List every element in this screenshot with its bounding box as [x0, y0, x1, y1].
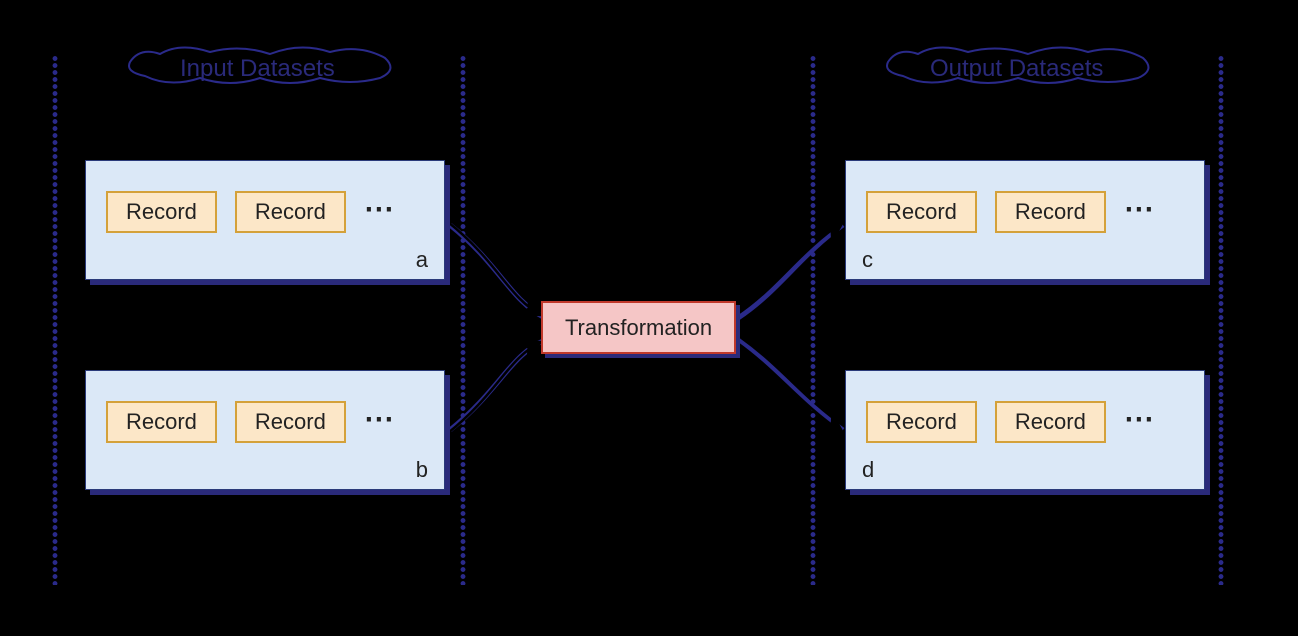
dataset-box-c: Record Record ⋯ c	[845, 160, 1205, 280]
dataset-label: d	[862, 457, 874, 483]
output-datasets-title: Output Datasets	[930, 55, 1103, 83]
dataset-label: c	[862, 247, 873, 273]
dataset-label: a	[416, 247, 428, 273]
record-box: Record	[866, 401, 977, 443]
group-boundary-line	[460, 55, 466, 585]
record-box: Record	[106, 191, 217, 233]
dataset-box-d: Record Record ⋯ d	[845, 370, 1205, 490]
group-boundary-line	[1218, 55, 1224, 585]
record-box: Record	[106, 401, 217, 443]
record-box: Record	[995, 401, 1106, 443]
record-box: Record	[866, 191, 977, 233]
transformation-node: Transformation	[541, 301, 736, 354]
ellipsis-icon: ⋯	[1124, 192, 1156, 233]
ellipsis-icon: ⋯	[364, 402, 396, 443]
record-box: Record	[235, 401, 346, 443]
ellipsis-icon: ⋯	[1124, 402, 1156, 443]
dataset-box-b: Record Record ⋯ b	[85, 370, 445, 490]
group-boundary-line	[52, 55, 58, 585]
ellipsis-icon: ⋯	[364, 192, 396, 233]
dataset-label: b	[416, 457, 428, 483]
group-boundary-line	[810, 55, 816, 585]
dataset-box-a: Record Record ⋯ a	[85, 160, 445, 280]
record-box: Record	[995, 191, 1106, 233]
input-datasets-title: Input Datasets	[180, 55, 335, 83]
record-box: Record	[235, 191, 346, 233]
